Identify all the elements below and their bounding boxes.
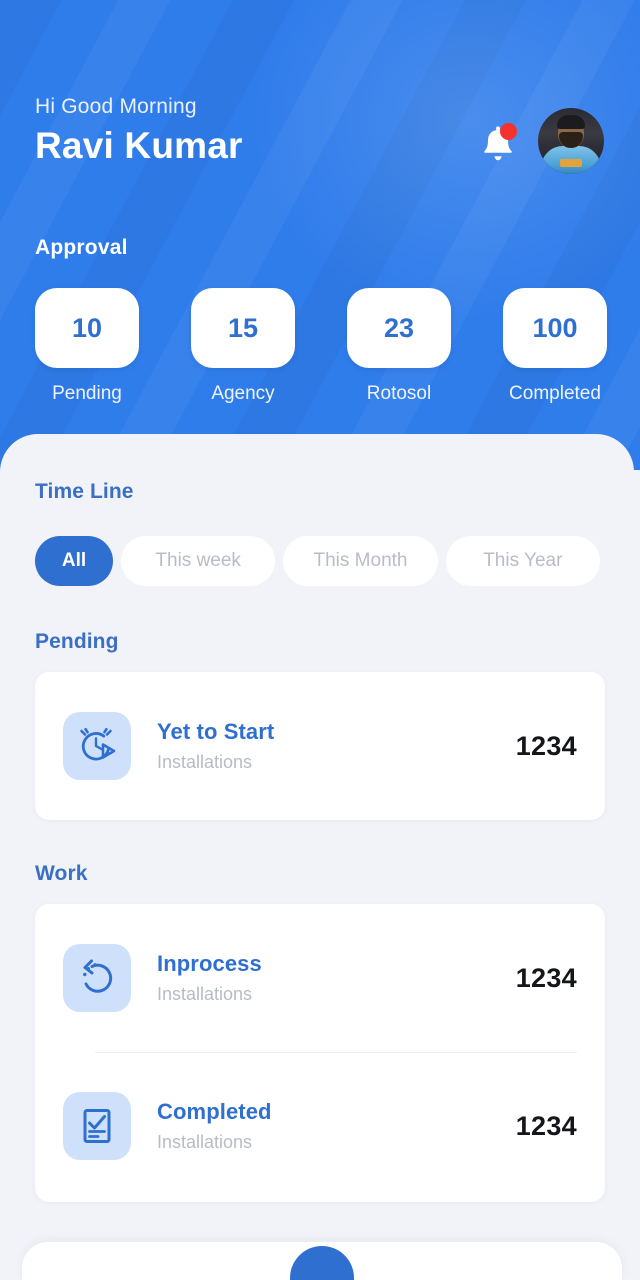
approval-value: 23 bbox=[383, 312, 415, 343]
list-item-count: 1234 bbox=[515, 1110, 577, 1141]
approval-value: 15 bbox=[227, 312, 259, 343]
app-header: Hi Good Morning Ravi Kumar Approval 10 P… bbox=[0, 0, 640, 470]
list-item-title: Inprocess bbox=[157, 951, 262, 976]
filter-pill-all[interactable]: All bbox=[35, 536, 113, 586]
approval-item-pending[interactable]: 10 Pending bbox=[35, 288, 139, 405]
work-card: Inprocess Installations 1234 Completed I… bbox=[35, 904, 605, 1202]
approval-item-completed[interactable]: 100 Completed bbox=[503, 288, 607, 405]
list-item-count: 1234 bbox=[515, 962, 577, 993]
notification-bell-button[interactable] bbox=[478, 123, 518, 167]
approval-label: Rotosol bbox=[366, 383, 432, 404]
list-item-text: Completed Installations bbox=[157, 1099, 516, 1153]
approval-section-title: Approval bbox=[35, 236, 128, 259]
approval-card: 23 bbox=[347, 288, 451, 368]
approval-label: Completed bbox=[509, 383, 601, 404]
list-item-count: 1234 bbox=[515, 730, 577, 761]
pending-section-title: Pending bbox=[35, 630, 119, 653]
approval-card: 100 bbox=[503, 288, 607, 368]
timeline-title: Time Line bbox=[35, 480, 134, 503]
list-item-title: Completed bbox=[157, 1099, 272, 1124]
list-item-text: Yet to Start Installations bbox=[157, 719, 516, 773]
list-item-subtitle: Installations bbox=[157, 752, 253, 772]
alarm-clock-play-icon bbox=[63, 712, 131, 780]
user-name: Ravi Kumar bbox=[35, 125, 243, 166]
avatar[interactable] bbox=[538, 108, 604, 174]
notification-badge-dot bbox=[500, 123, 517, 140]
approval-stats-row: 10 Pending 15 Agency 23 Rotosol 100 Comp… bbox=[35, 288, 607, 405]
list-item-yet-to-start[interactable]: Yet to Start Installations 1234 bbox=[35, 672, 605, 820]
list-item-text: Inprocess Installations bbox=[157, 951, 516, 1005]
approval-card: 10 bbox=[35, 288, 139, 368]
filter-pill-this-month[interactable]: This Month bbox=[283, 536, 438, 586]
avatar-jersey-badge bbox=[560, 159, 582, 167]
list-item-inprocess[interactable]: Inprocess Installations 1234 bbox=[35, 904, 605, 1052]
work-section-title: Work bbox=[35, 862, 88, 885]
filter-pill-this-week[interactable]: This week bbox=[121, 536, 276, 586]
filter-pill-this-year[interactable]: This Year bbox=[445, 536, 600, 586]
pending-card: Yet to Start Installations 1234 bbox=[35, 672, 605, 820]
greeting-text: Hi Good Morning bbox=[35, 95, 197, 118]
list-item-title: Yet to Start bbox=[157, 719, 275, 744]
list-item-subtitle: Installations bbox=[157, 984, 253, 1004]
document-check-icon bbox=[63, 1092, 131, 1160]
approval-item-agency[interactable]: 15 Agency bbox=[191, 288, 295, 405]
approval-item-rotosol[interactable]: 23 Rotosol bbox=[347, 288, 451, 405]
add-button-icon[interactable] bbox=[290, 1246, 354, 1280]
approval-value: 100 bbox=[532, 312, 578, 343]
bottom-navigation-bar bbox=[22, 1242, 622, 1280]
approval-value: 10 bbox=[71, 312, 103, 343]
avatar-hair bbox=[557, 115, 585, 129]
approval-label: Agency bbox=[211, 383, 275, 404]
list-item-subtitle: Installations bbox=[157, 1132, 253, 1152]
approval-label: Pending bbox=[52, 383, 122, 404]
circular-arrow-refresh-icon bbox=[63, 944, 131, 1012]
content-panel: Time Line All This week This Month This … bbox=[0, 434, 634, 1280]
timeline-filter-row: All This week This Month This Year bbox=[35, 536, 600, 586]
approval-card: 15 bbox=[191, 288, 295, 368]
greeting-block: Hi Good Morning Ravi Kumar bbox=[35, 95, 243, 167]
list-item-completed[interactable]: Completed Installations 1234 bbox=[35, 1052, 605, 1200]
